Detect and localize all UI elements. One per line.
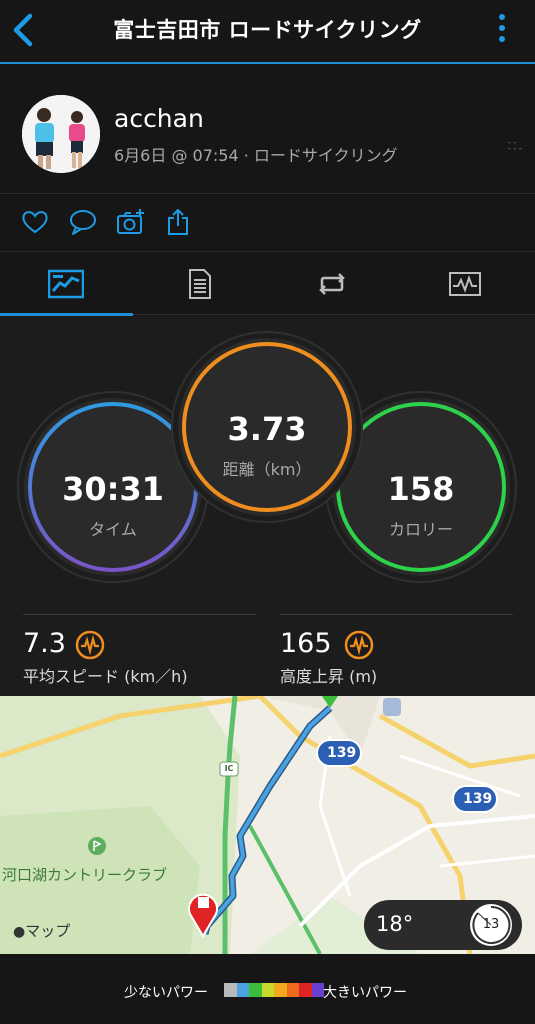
divider [23,614,256,615]
route-139-badge: 139 [463,791,493,807]
calories-value: 158 [387,470,455,508]
repeat-icon [319,273,345,295]
low-power-label: 少ないパワー [124,985,208,1001]
document-icon [189,269,211,299]
avg-speed-label: 平均スピード (km／h) [23,667,188,686]
power-swatch [299,983,312,997]
distance-value: 3.73 [227,410,307,448]
route-139-badge: 139 [327,745,357,761]
apple-icon: ● [13,924,26,940]
more-menu-button[interactable] [497,14,507,48]
heart-icon [22,211,48,234]
power-swatch [236,983,249,997]
page-title: 富士吉田市 ロードサイクリング [113,18,422,42]
route-map[interactable]: 139 139 IC 河口湖カントリークラブ ●マップ 18° 13 [0,696,535,954]
avg-speed-value: 7.3 [23,628,66,659]
tab-details[interactable] [133,253,266,315]
calories-ring: 158 カロリー [332,398,510,576]
action-bar [0,195,535,252]
pulse-icon [75,630,105,660]
power-legend: 少ないパワー 大きいパワー [0,954,535,1024]
power-swatch [274,983,287,997]
map-place-label: 河口湖カントリークラブ [2,866,168,884]
tab-overview[interactable] [0,253,133,316]
power-swatch [249,983,262,997]
share-icon [168,209,188,235]
like-button[interactable] [20,207,50,237]
device-mark-icon: - -- - - [508,138,522,153]
power-swatch [286,983,299,997]
high-power-label: 大きいパワー [323,985,407,1001]
tab-graphs[interactable] [399,253,532,315]
add-photo-button[interactable] [116,207,146,237]
distance-label: 距離（km） [222,460,312,479]
comment-icon [70,210,96,235]
back-button[interactable] [8,12,40,48]
share-button[interactable] [164,207,194,237]
calories-label: カロリー [388,520,453,539]
power-color-scale [224,983,324,997]
wind-value: 13 [482,917,500,932]
elevation-label: 高度上昇 (m) [280,667,378,686]
username[interactable]: acchan [114,104,204,133]
top-bar: 富士吉田市 ロードサイクリング [0,0,535,64]
kebab-icon [499,14,505,20]
tab-bar [0,253,535,316]
avatar[interactable] [22,95,100,173]
weather-badge[interactable]: 18° 13 [364,900,522,950]
divider [280,614,513,615]
temperature-value: 18° [376,912,414,936]
map-attribution: ●マップ [13,922,71,940]
power-swatch [261,983,274,997]
comment-button[interactable] [68,207,98,237]
power-swatch [224,983,237,997]
graph-icon [449,272,481,296]
ic-badge: IC [224,764,234,773]
chart-summary-icon [48,269,84,299]
camera-icon [117,209,144,234]
time-label: タイム [89,520,137,539]
elevation-value: 165 [280,628,332,659]
pulse-icon [344,630,374,660]
wind-dial-icon: 13 [470,904,512,946]
tab-laps[interactable] [266,253,399,315]
activity-date-type: 6月6日 @ 07:54 · ロードサイクリング [114,146,398,165]
time-value: 30:31 [62,470,164,508]
time-ring: 30:31 タイム [24,398,202,576]
distance-ring: 3.73 距離（km） [178,338,356,516]
chevron-left-icon [13,13,33,47]
activity-header: acchan 6月6日 @ 07:54 · ロードサイクリング - -- - - [0,66,535,194]
